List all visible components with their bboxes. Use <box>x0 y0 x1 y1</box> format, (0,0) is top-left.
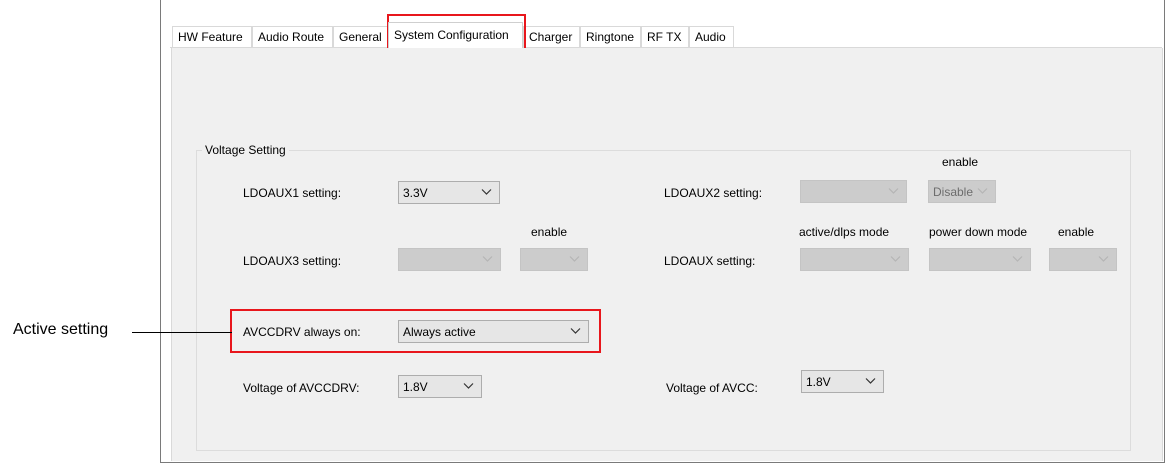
chevron-down-icon <box>977 188 988 194</box>
chevron-down-icon <box>865 378 876 384</box>
ldoaux-power-down-mode-select[interactable] <box>929 248 1031 271</box>
chevron-down-icon <box>1012 256 1023 262</box>
groupbox-title: Voltage Setting <box>202 143 289 157</box>
avccdrv-voltage-select[interactable]: 1.8V <box>398 375 482 398</box>
chevron-down-icon <box>481 189 492 195</box>
avccdrv-always-on-label: AVCCDRV always on: <box>243 325 361 339</box>
chevron-down-icon <box>482 256 493 262</box>
tab-label: Charger <box>529 30 573 44</box>
tab-label: RF TX <box>647 30 682 44</box>
ldoaux2-label: LDOAUX2 setting: <box>664 186 763 200</box>
tab-rf-tx[interactable]: RF TX <box>641 26 689 47</box>
chevron-down-icon <box>888 188 899 194</box>
tab-ringtone[interactable]: Ringtone <box>580 26 641 47</box>
avccdrv-voltage-label: Voltage of AVCCDRV: <box>243 381 360 395</box>
avcc-voltage-value: 1.8V <box>806 375 831 389</box>
chevron-down-icon <box>569 256 580 262</box>
tab-charger[interactable]: Charger <box>523 26 580 47</box>
ldoaux-label: LDOAUX setting: <box>664 254 756 268</box>
avccdrv-voltage-value: 1.8V <box>403 380 428 394</box>
callout-label: Active setting <box>13 321 109 338</box>
ldoaux3-select[interactable] <box>398 248 501 271</box>
tab-system-configuration[interactable]: System Configuration <box>388 22 523 48</box>
ldoaux-power-down-mode-header: power down mode <box>929 225 1028 239</box>
avccdrv-always-on-value: Always active <box>403 325 476 339</box>
callout-leader-line <box>132 332 232 333</box>
avcc-voltage-select[interactable]: 1.8V <box>801 370 884 393</box>
tab-label: HW Feature <box>178 30 243 44</box>
ldoaux-enable-header: enable <box>1058 225 1095 239</box>
tab-hw-feature[interactable]: HW Feature <box>172 26 252 47</box>
ldoaux2-select[interactable] <box>800 180 907 203</box>
chevron-down-icon <box>570 328 581 334</box>
tab-general[interactable]: General <box>333 26 388 47</box>
ldoaux3-enable-select[interactable] <box>520 248 588 271</box>
tab-label: General <box>339 30 382 44</box>
chevron-down-icon <box>890 256 901 262</box>
tab-label: Audio Route <box>258 30 325 44</box>
avccdrv-always-on-select[interactable]: Always active <box>398 320 589 343</box>
tab-label: System Configuration <box>394 28 509 42</box>
ldoaux2-enable-value: Disable <box>933 185 974 199</box>
avcc-voltage-label: Voltage of AVCC: <box>666 381 758 395</box>
ldoaux1-value: 3.3V <box>403 186 428 200</box>
ldoaux-enable-select[interactable] <box>1049 248 1117 271</box>
chevron-down-icon <box>1098 256 1109 262</box>
ldoaux3-label: LDOAUX3 setting: <box>243 254 342 268</box>
tab-audio-route[interactable]: Audio Route <box>252 26 333 47</box>
ldoaux-active-mode-header: active/dlps mode <box>799 225 890 239</box>
tab-audio[interactable]: Audio <box>689 26 734 47</box>
tab-label: Ringtone <box>586 30 635 44</box>
ldoaux3-enable-header: enable <box>531 225 568 239</box>
ldoaux2-enable-select[interactable]: Disable <box>928 180 996 203</box>
ldoaux-active-mode-select[interactable] <box>800 248 909 271</box>
tab-label: Audio <box>695 30 726 44</box>
ldoaux2-enable-header: enable <box>942 155 979 169</box>
ldoaux1-select[interactable]: 3.3V <box>398 181 500 204</box>
ldoaux1-label: LDOAUX1 setting: <box>243 186 342 200</box>
chevron-down-icon <box>463 383 474 389</box>
